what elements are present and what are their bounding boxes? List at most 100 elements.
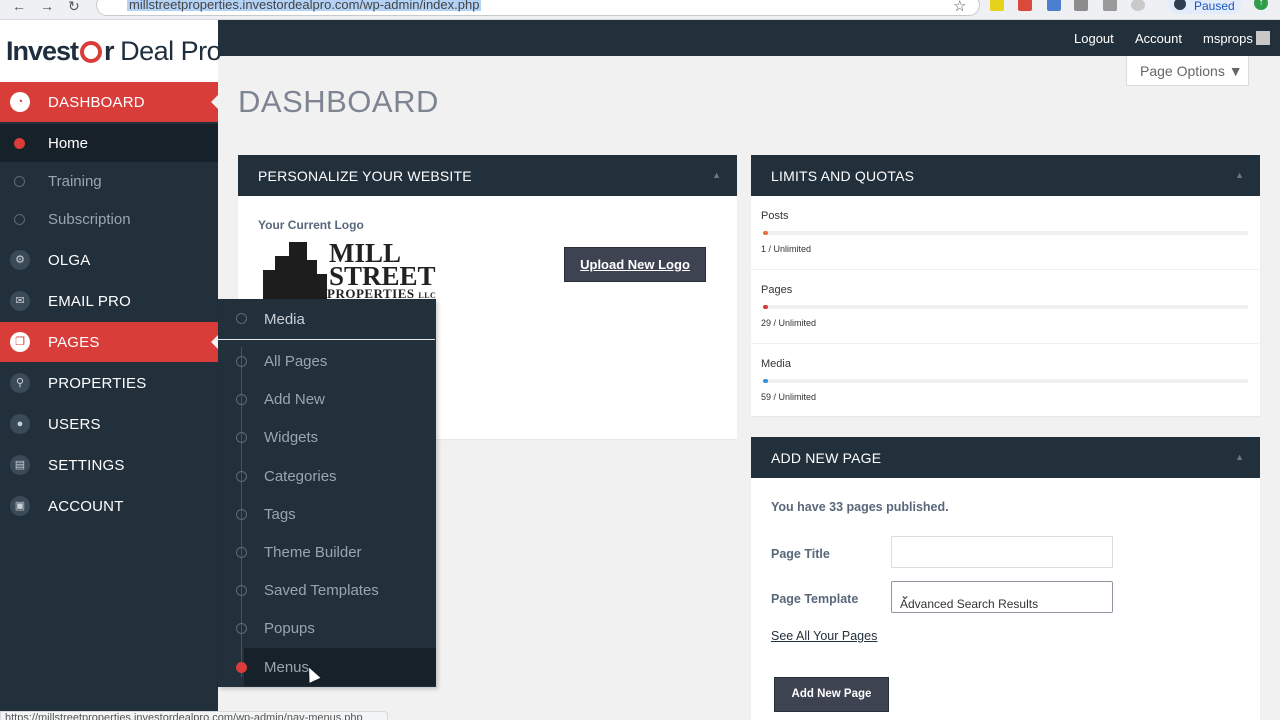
logo-line3-text: PROPERTIES [327,286,415,300]
flyout-item-label: Popups [264,620,315,637]
sidebar: ◔ DASHBOARD Home Training Subscription ⚙… [0,82,219,720]
flyout-item-menus[interactable]: Menus [236,648,436,686]
address-url[interactable]: millstreetproperties.investordealpro.com… [127,0,482,11]
sidebar-item-label: PAGES [48,334,100,351]
flyout-item-popups[interactable]: Popups [218,609,436,647]
page-title-label: Page Title [771,547,830,561]
dot-icon [14,176,25,187]
sidebar-item-label: EMAIL PRO [48,293,131,310]
sidebar-subitem-subscription[interactable]: Subscription [0,200,218,238]
sidebar-item-email-pro[interactable]: ✉ EMAIL PRO [0,281,218,321]
flyout-item-label: Saved Templates [264,582,379,599]
limits-panel: LIMITS AND QUOTAS ▲ Posts 1 / Unlimited … [751,155,1260,416]
quota-value: 29 / Unlimited [761,318,817,328]
sidebar-item-users[interactable]: ● USERS [0,404,218,444]
flyout-item-label: Add New [264,391,325,408]
extension-icon[interactable] [1047,0,1061,11]
account-link[interactable]: Account [1135,31,1182,46]
link-status-bar: https://millstreetproperties.investordea… [0,711,388,720]
flyout-item-label: Widgets [264,429,319,446]
see-all-pages-link[interactable]: See All Your Pages [771,629,877,643]
flyout-item-all-pages[interactable]: All Pages [218,342,436,380]
flyout-item-saved-templates[interactable]: Saved Templates [218,571,436,609]
dot-icon [236,547,247,558]
profile-paused-chip[interactable]: Paused [1168,0,1242,14]
collapse-arrow-icon[interactable]: ▲ [1235,452,1244,462]
extension-icon[interactable] [1074,0,1088,11]
back-icon[interactable]: ← [12,0,26,13]
update-icon[interactable]: ↑ [1254,0,1268,10]
sidebar-item-olga[interactable]: ⚙ OLGA [0,240,218,280]
extension-icon[interactable] [1131,0,1145,11]
sidebar-item-label: DASHBOARD [48,94,145,111]
forward-icon[interactable]: → [40,0,54,13]
extension-icon[interactable] [1103,0,1117,11]
brand-logo-area[interactable]: Invest r Deal Pro [0,20,222,82]
sidebar-item-label: ACCOUNT [48,498,124,515]
flyout-item-categories[interactable]: Categories [218,457,436,495]
quota-value: 59 / Unlimited [761,392,817,402]
current-logo-image: MILL STREET PROPERTIES LLC [263,240,443,300]
page-title-input[interactable] [891,536,1113,568]
sidebar-item-pages[interactable]: ❐ PAGES [0,322,219,362]
panel-header[interactable]: ADD NEW PAGE ▲ [751,437,1260,478]
dashboard-icon: ◔ [10,92,30,112]
building-shape [315,274,327,300]
panel-header[interactable]: PERSONALIZE YOUR WEBSITE ▲ [238,155,737,196]
flyout-item-widgets[interactable]: Widgets [218,418,436,456]
profile-avatar-icon [1174,0,1186,10]
flyout-item-add-new[interactable]: Add New [218,380,436,418]
current-logo-label: Your Current Logo [258,218,364,232]
dot-icon [236,585,247,596]
brand-part2: r [104,36,114,66]
dot-icon [236,662,247,673]
browser-toolbar: ← → ↻ millstreetproperties.investordealp… [0,0,1280,20]
flyout-item-media[interactable]: Media [218,299,435,340]
sidebar-subitem-training[interactable]: Training [0,162,218,200]
quota-value: 1 / Unlimited [761,244,812,254]
house-o-icon [80,41,103,63]
page-template-select[interactable]: Advanced Search Results ⌄ [891,581,1113,613]
upload-new-logo-button[interactable]: Upload New Logo [564,247,706,282]
sidebar-item-account[interactable]: ▣ ACCOUNT [0,486,218,526]
logo-text: MILL STREET [329,240,436,290]
quota-bar [763,305,1248,309]
sidebar-item-label: OLGA [48,252,91,269]
flyout-item-theme-builder[interactable]: Theme Builder [218,533,436,571]
sidebar-item-dashboard[interactable]: ◔ DASHBOARD [0,82,219,122]
sidebar-item-settings[interactable]: ▤ SETTINGS [0,445,218,485]
logout-link[interactable]: Logout [1074,31,1114,46]
bookmark-star-icon[interactable]: ☆ [953,0,966,15]
brand-part3: Deal Pro [120,36,222,66]
user-avatar[interactable] [1256,31,1270,45]
page-options-button[interactable]: Page Options ▼ [1126,56,1249,86]
profile-status: Paused [1194,0,1235,13]
panel-title: PERSONALIZE YOUR WEBSITE [258,168,472,184]
flyout-item-label: All Pages [264,353,328,370]
page-title: DASHBOARD [238,84,439,119]
panel-header[interactable]: LIMITS AND QUOTAS ▲ [751,155,1260,196]
sidebar-item-label: PROPERTIES [48,375,147,392]
sidebar-subitem-label: Home [48,135,89,152]
reload-icon[interactable]: ↻ [68,0,80,13]
collapse-arrow-icon[interactable]: ▲ [712,170,721,180]
flyout-item-label: Media [264,311,305,328]
quota-bar-fill [763,379,768,383]
flyout-item-tags[interactable]: Tags [218,495,436,533]
username-link[interactable]: msprops [1203,31,1253,46]
panel-title: ADD NEW PAGE [771,450,882,466]
extension-icon[interactable] [990,0,1004,11]
map-pin-icon: ⚲ [10,373,30,393]
address-bar[interactable]: millstreetproperties.investordealpro.com… [96,0,980,16]
gear-icon: ⚙ [10,250,30,270]
extension-icon[interactable] [1018,0,1032,11]
quota-label: Pages [761,284,793,296]
sidebar-item-properties[interactable]: ⚲ PROPERTIES [0,363,218,403]
add-new-page-button[interactable]: Add New Page [774,677,889,712]
sidebar-subitem-home[interactable]: Home [0,124,218,162]
flyout-item-label: Theme Builder [264,544,362,561]
collapse-arrow-icon[interactable]: ▲ [1235,170,1244,180]
quota-item: Media 59 / Unlimited [751,344,1259,418]
page-template-label: Page Template [771,592,859,606]
dot-icon [236,313,247,324]
